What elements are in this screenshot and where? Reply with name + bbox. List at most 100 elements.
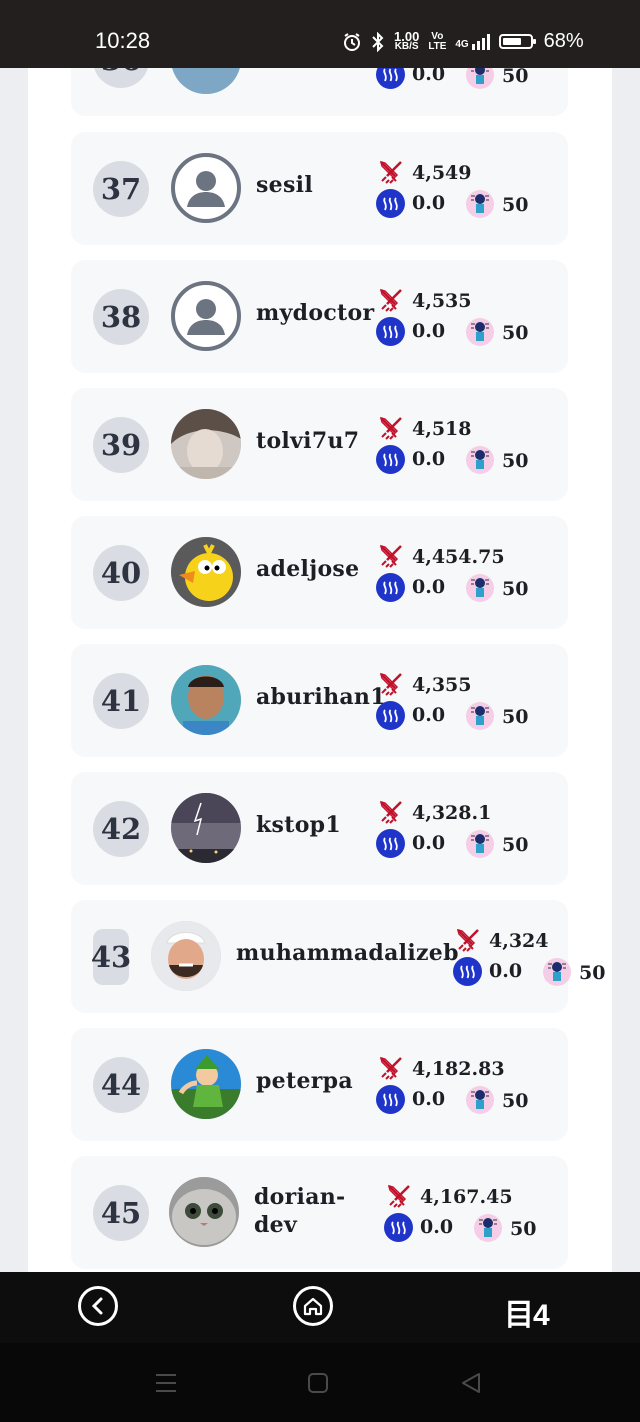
player-stats: 4,454.75 0.0 50 (376, 543, 546, 607)
username[interactable]: tolvi7u7 (256, 428, 359, 454)
steem-reward: 0.0 (420, 1216, 454, 1238)
steem-reward: 0.0 (412, 320, 446, 342)
peter-pan-avatar-icon (171, 1049, 241, 1119)
leaderboard-row[interactable]: 41 aburihan1 4,355 0.0 50 (71, 644, 568, 757)
steem-icon (376, 1085, 405, 1114)
steem-icon (376, 317, 405, 346)
storm-sky-avatar-icon (171, 793, 241, 863)
player-stats: 4,549 0.0 50 (376, 159, 546, 223)
yellow-bird-avatar-icon (171, 537, 241, 607)
status-icons: 1.00 KB/S Vo LTE 4G 68% (342, 30, 584, 53)
rank-badge: 38 (93, 289, 149, 345)
leaderboard-row[interactable]: 42 kstop1 4,328.1 0.0 50 (71, 772, 568, 885)
collection-power-icon (378, 671, 404, 697)
collection-power-icon (386, 1183, 412, 1209)
back-triangle-icon[interactable] (459, 1372, 483, 1394)
steem-reward: 0.0 (412, 192, 446, 214)
collection-power: 4,328.1 (412, 802, 492, 824)
status-bar: 10:28 1.00 KB/S Vo LTE 4G 68% (0, 0, 640, 68)
bottom-nav: 目4 (0, 1272, 640, 1343)
username[interactable]: dorian-dev (254, 1183, 354, 1239)
username[interactable]: mydoctor (256, 300, 374, 326)
leaderboard-row[interactable]: 39 tolvi7u7 4,518 0.0 50 (71, 388, 568, 501)
card-count: 50 (502, 1090, 529, 1112)
card-count: 50 (502, 450, 529, 472)
menu-icon[interactable] (154, 1372, 178, 1394)
avatar[interactable] (171, 153, 241, 223)
leaderboard-row[interactable]: 40 adeljose 4,454.75 0.0 50 (71, 516, 568, 629)
home-square-icon[interactable] (307, 1372, 329, 1394)
card-count: 50 (579, 962, 606, 984)
home-button[interactable] (293, 1286, 333, 1326)
steem-icon (376, 573, 405, 602)
player-stats: 4,355 0.0 50 (376, 671, 546, 735)
rank-badge: 43 (91, 929, 131, 985)
leaderboard-row[interactable]: 45 dorian-dev 4,167.45 0.0 50 (71, 1156, 568, 1269)
card-reward-icon (466, 318, 494, 346)
collection-power: 4,454.75 (412, 546, 505, 568)
signal-icon: 4G (455, 33, 490, 50)
network-speed: 1.00 KB/S (394, 28, 420, 52)
username[interactable]: muhammadalizeb (236, 940, 459, 966)
rank-badge: 45 (93, 1185, 149, 1241)
leaderboard-row[interactable]: 43 muhammadalizeb 4,324 0.0 50 (71, 900, 605, 1013)
rank-badge: 41 (93, 673, 149, 729)
avatar[interactable] (171, 793, 241, 863)
collection-power: 4,355 (412, 674, 472, 696)
steem-icon (376, 68, 405, 89)
player-stats: 4,535 0.0 50 (376, 287, 546, 351)
default-avatar-icon (175, 285, 237, 347)
steem-reward: 0.0 (489, 960, 523, 982)
avatar[interactable] (151, 921, 221, 991)
rank-badge: 39 (93, 417, 149, 473)
collection-power: 4,518 (412, 418, 472, 440)
collection-power: 4,167.45 (420, 1186, 513, 1208)
leaderboard-row[interactable]: 44 peterpa 4,182.83 0.0 50 (71, 1028, 568, 1141)
bluetooth-icon (372, 31, 384, 52)
card-count: 50 (502, 578, 529, 600)
card-count: 50 (502, 194, 529, 216)
username[interactable]: peterpa (256, 1068, 353, 1094)
leaderboard-row[interactable]: 36 0.0 50 (71, 68, 568, 116)
avatar[interactable] (171, 409, 241, 479)
card-reward-icon (466, 702, 494, 730)
player-stats: 0.0 50 (376, 68, 546, 94)
steem-icon (376, 701, 405, 730)
clock: 10:28 (95, 28, 151, 53)
card-count: 50 (502, 68, 529, 87)
card-reward-icon (474, 1214, 502, 1242)
avatar[interactable] (169, 1177, 239, 1247)
leaderboard-list[interactable]: 36 0.0 50 37 sesil 4,549 0.0 50 38 mydoctor 4,535 0… (28, 68, 612, 1272)
collection-power-icon (378, 415, 404, 441)
collection-power: 4,182.83 (412, 1058, 505, 1080)
app-logo[interactable]: 目4 (504, 1290, 550, 1334)
leaderboard-row[interactable]: 37 sesil 4,549 0.0 50 (71, 132, 568, 245)
card-reward-icon (466, 1086, 494, 1114)
steem-reward: 0.0 (412, 68, 446, 85)
chevron-left-icon (91, 1297, 103, 1315)
steem-reward: 0.0 (412, 448, 446, 470)
avatar[interactable] (171, 281, 241, 351)
username[interactable]: kstop1 (256, 812, 341, 838)
back-button[interactable] (78, 1286, 118, 1326)
username[interactable]: sesil (256, 172, 313, 198)
avatar[interactable] (171, 665, 241, 735)
username[interactable]: adeljose (256, 556, 359, 582)
steem-reward: 0.0 (412, 576, 446, 598)
avatar[interactable] (171, 537, 241, 607)
collection-power: 4,535 (412, 290, 472, 312)
leaderboard-row[interactable]: 38 mydoctor 4,535 0.0 50 (71, 260, 568, 373)
photo-man-cap-avatar-icon (151, 921, 221, 991)
avatar[interactable] (171, 68, 241, 94)
username[interactable]: aburihan1 (256, 684, 386, 710)
collection-power-icon (378, 287, 404, 313)
collection-power: 4,549 (412, 162, 472, 184)
card-reward-icon (543, 958, 571, 986)
card-count: 50 (510, 1218, 537, 1240)
cat-avatar-icon (169, 1177, 239, 1247)
steem-reward: 0.0 (412, 704, 446, 726)
avatar[interactable] (171, 1049, 241, 1119)
steem-icon (376, 445, 405, 474)
player-stats: 4,167.45 0.0 50 (384, 1183, 554, 1247)
player-stats: 4,518 0.0 50 (376, 415, 546, 479)
